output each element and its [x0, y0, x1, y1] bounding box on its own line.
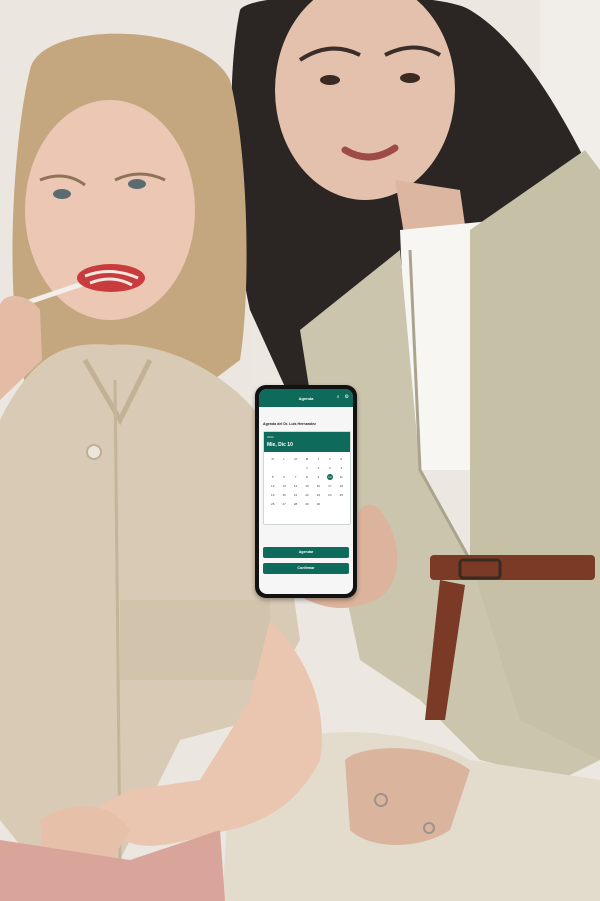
phone-screen: Agenda ⌕ ⚙ Agenda del Dr. Luis Hernandez…: [259, 389, 353, 594]
calendar-day[interactable]: 20: [278, 492, 289, 498]
calendar-day[interactable]: 13: [278, 483, 289, 489]
calendar-day[interactable]: 8: [301, 474, 312, 480]
smartphone: Agenda ⌕ ⚙ Agenda del Dr. Luis Hernandez…: [255, 385, 357, 598]
calendar-day[interactable]: 15: [301, 483, 312, 489]
calendar-empty-cell: [278, 465, 289, 471]
calendar-day[interactable]: 4: [336, 465, 347, 471]
calendar-day[interactable]: 21: [290, 492, 301, 498]
app-bar-actions: ⌕ ⚙: [337, 395, 349, 400]
confirm-button[interactable]: Confirmar: [263, 563, 349, 574]
calendar-day[interactable]: 10: [326, 474, 333, 480]
calendar-weekday: D: [271, 457, 274, 461]
calendar-day[interactable]: 28: [290, 501, 301, 507]
calendar-day[interactable]: 1: [301, 465, 312, 471]
calendar-day[interactable]: 7: [290, 474, 301, 480]
calendar-day[interactable]: 14: [290, 483, 301, 489]
search-icon[interactable]: ⌕: [337, 395, 340, 400]
calendar-day[interactable]: 6: [278, 474, 289, 480]
calendar-weekday: J: [317, 457, 320, 461]
page-heading: Agenda del Dr. Luis Hernandez: [263, 422, 316, 426]
calendar-year: 2022: [267, 435, 274, 439]
calendar-weekday: L: [283, 457, 285, 461]
calendar-day[interactable]: 16: [313, 483, 324, 489]
calendar-empty-cell: [267, 465, 278, 471]
calendar-header: 2022 Mie, Dic 10: [264, 432, 350, 452]
app-bar: Agenda ⌕ ⚙: [259, 389, 353, 407]
calendar-empty-cell: [290, 465, 301, 471]
calendar-day[interactable]: 3: [324, 465, 335, 471]
calendar-day[interactable]: 18: [336, 483, 347, 489]
calendar-day[interactable]: 22: [301, 492, 312, 498]
calendar-empty-cell: [336, 501, 347, 507]
calendar-day[interactable]: 23: [313, 492, 324, 498]
calendar: 2022 Mie, Dic 10 D L M M J V S 1 2 3 4 5 6 7 8 9 10 11 12 1…: [263, 431, 351, 525]
calendar-weekday: M: [294, 457, 297, 461]
calendar-day[interactable]: 19: [267, 492, 278, 498]
calendar-day[interactable]: 5: [267, 474, 278, 480]
calendar-day[interactable]: 9: [313, 474, 324, 480]
schedule-button[interactable]: Agendar: [263, 547, 349, 558]
settings-icon[interactable]: ⚙: [345, 395, 349, 400]
calendar-day[interactable]: 26: [267, 501, 278, 507]
calendar-day[interactable]: 24: [324, 492, 335, 498]
calendar-day[interactable]: 12: [267, 483, 278, 489]
calendar-weekday: V: [328, 457, 331, 461]
calendar-day[interactable]: 30: [313, 501, 324, 507]
calendar-weekday: S: [340, 457, 343, 461]
calendar-day[interactable]: 25: [336, 492, 347, 498]
calendar-day[interactable]: 27: [278, 501, 289, 507]
calendar-empty-cell: [324, 501, 335, 507]
calendar-weekday: M: [305, 457, 309, 461]
calendar-selected-date: Mie, Dic 10: [267, 442, 293, 448]
calendar-grid: D L M M J V S 1 2 3 4 5 6 7 8 9 10 11 12 13 14 15 16 17 18 19 20 21…: [267, 456, 347, 507]
calendar-day[interactable]: 17: [324, 483, 335, 489]
calendar-day[interactable]: 2: [313, 465, 324, 471]
calendar-day[interactable]: 29: [301, 501, 312, 507]
calendar-day[interactable]: 11: [336, 474, 347, 480]
